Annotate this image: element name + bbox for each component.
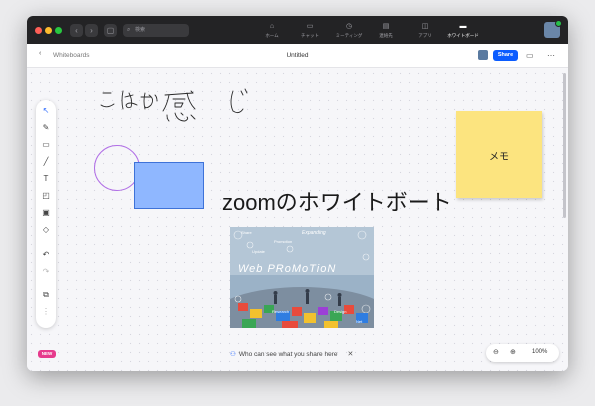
tab-label: ホワイトボード — [447, 33, 479, 38]
photo-word: Net — [356, 319, 363, 324]
share-visibility-notice[interactable]: ⚇ Who can see what you share here ✕ — [230, 350, 353, 358]
board-header: ‹ Whiteboards Untitled Share ▭ ⋯ — [27, 44, 568, 68]
text-box[interactable]: zoomのホワイトボート — [222, 185, 452, 217]
select-tool-icon[interactable]: ↖ — [36, 106, 56, 116]
layers-icon[interactable]: ⧉ — [36, 290, 56, 300]
zoom-level[interactable]: 100% — [532, 349, 547, 355]
tab-contacts[interactable]: ▤ 連絡先 — [366, 22, 406, 39]
tab-label: ミーティング — [335, 33, 363, 38]
whiteboard-canvas[interactable]: ↖ ✎ ▭ ╱ T ◰ ▣ ◇ ↶ ↷ ⧉ ⋮ zoomのホワイトボート メモ … — [27, 69, 568, 371]
tool-palette: ↖ ✎ ▭ ╱ T ◰ ▣ ◇ ↶ ↷ ⧉ ⋮ — [36, 100, 56, 328]
tab-home[interactable]: ⌂ ホーム — [252, 22, 292, 39]
rectangle-shape[interactable] — [134, 162, 204, 209]
people-icon: ⚇ — [230, 351, 236, 358]
back-arrow-icon[interactable]: ‹ — [70, 24, 83, 37]
zoom-control: ⊖ ⊕ 100% — [486, 344, 559, 362]
photo-word: Update — [252, 249, 265, 254]
search-input[interactable]: ⌕ 検索 — [123, 24, 189, 37]
eraser-icon[interactable]: ◇ — [36, 225, 56, 235]
zoom-in-icon[interactable]: ⊕ — [510, 348, 516, 356]
profile-avatar[interactable] — [544, 20, 562, 38]
photo-word: Promotion — [274, 239, 293, 244]
new-badge[interactable]: NEW — [38, 350, 56, 358]
tab-meetings[interactable]: ◷ ミーティング — [329, 22, 369, 39]
home-icon: ⌂ — [269, 23, 275, 30]
photo-word: Share — [241, 230, 252, 235]
image-tool-icon[interactable]: ▣ — [36, 208, 56, 218]
search-icon: ⌕ — [127, 27, 131, 33]
whiteboard-icon: ▬ — [459, 23, 467, 30]
compose-icon[interactable]: ▢ — [104, 24, 117, 37]
clock-icon: ◷ — [345, 23, 353, 30]
photo-word: Expanding — [302, 230, 326, 236]
vertical-scrollbar[interactable] — [563, 73, 566, 218]
tab-label: アプリ — [418, 33, 432, 38]
tab-whiteboards[interactable]: ▬ ホワイトボード — [443, 22, 483, 39]
pen-tool-icon[interactable]: ✎ — [36, 123, 56, 133]
collaborator-avatar[interactable] — [478, 50, 488, 60]
text-tool-icon[interactable]: T — [36, 174, 56, 184]
sticky-note-icon[interactable]: ◰ — [36, 191, 56, 201]
photo-banner: Web PRoMoTioN — [238, 263, 337, 275]
comment-icon[interactable]: ▭ — [526, 51, 534, 60]
sticky-note-text: メモ — [489, 152, 509, 163]
tab-label: 連絡先 — [379, 33, 393, 38]
apps-icon: ◫ — [421, 23, 429, 30]
more-tools-icon[interactable]: ⋮ — [36, 307, 56, 317]
search-placeholder: 検索 — [135, 27, 146, 33]
forward-arrow-icon[interactable]: › — [85, 24, 98, 37]
tab-apps[interactable]: ◫ アプリ — [405, 22, 445, 39]
close-window-button[interactable] — [35, 27, 42, 34]
handwritten-text[interactable] — [97, 87, 267, 127]
sticky-note[interactable]: メモ — [456, 111, 542, 198]
shape-tool-icon[interactable]: ▭ — [36, 140, 56, 150]
app-window: ‹ › ▢ ⌕ 検索 ⌂ ホーム ▭ チャット ◷ ミーティング ▤ 連絡先 ◫… — [27, 16, 568, 371]
tab-label: チャット — [301, 33, 319, 38]
photo-word: Design — [334, 309, 347, 314]
tab-chat[interactable]: ▭ チャット — [290, 22, 330, 39]
tab-label: ホーム — [265, 33, 279, 38]
undo-icon[interactable]: ↶ — [36, 250, 56, 260]
share-button[interactable]: Share — [493, 50, 518, 61]
photo-word: Research — [272, 309, 290, 314]
title-bar: ‹ › ▢ ⌕ 検索 ⌂ ホーム ▭ チャット ◷ ミーティング ▤ 連絡先 ◫… — [27, 16, 568, 44]
chat-icon: ▭ — [306, 23, 314, 30]
minimize-window-button[interactable] — [45, 27, 52, 34]
maximize-window-button[interactable] — [55, 27, 62, 34]
zoom-out-icon[interactable]: ⊖ — [493, 348, 499, 356]
more-icon[interactable]: ⋯ — [547, 51, 555, 60]
share-visibility-text: Who can see what you share here — [238, 351, 338, 358]
promo-image[interactable]: Share Expanding Promotion Update Web PRo… — [230, 227, 374, 328]
close-icon[interactable]: ✕ — [347, 351, 353, 358]
promo-image-art — [230, 227, 374, 328]
redo-icon[interactable]: ↷ — [36, 267, 56, 277]
line-tool-icon[interactable]: ╱ — [36, 157, 56, 167]
contacts-icon: ▤ — [382, 23, 390, 30]
